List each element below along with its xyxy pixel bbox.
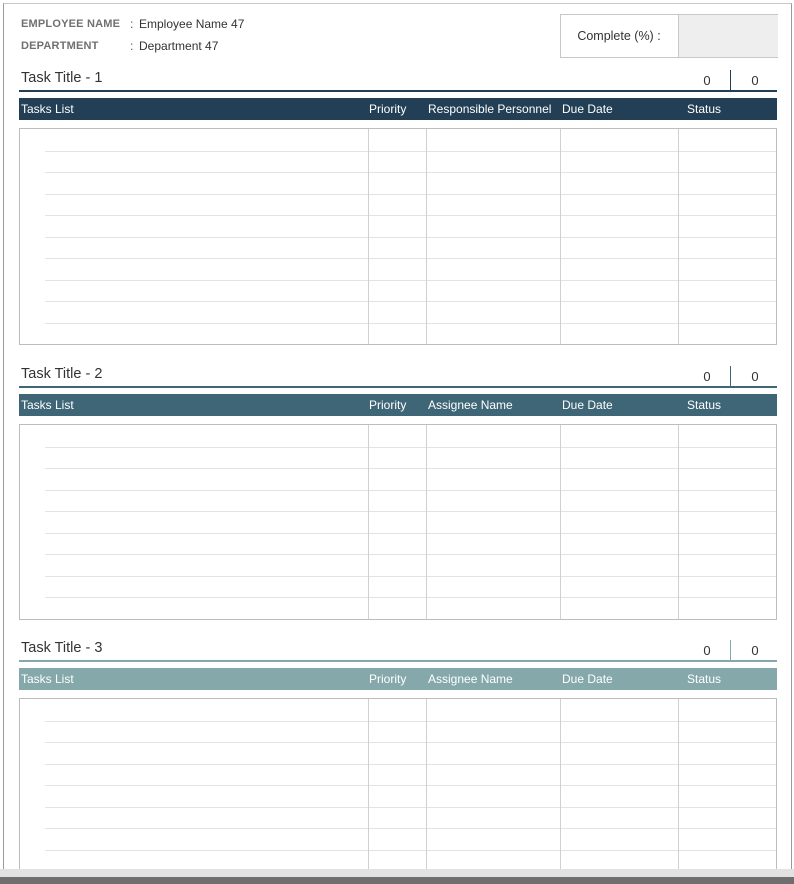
col-tasks-list: Tasks List: [21, 398, 74, 412]
row-line: [45, 258, 776, 259]
col-priority: Priority: [369, 102, 407, 116]
row-line: [45, 280, 776, 281]
section-count-total: 0: [751, 643, 759, 658]
col-due-date: Due Date: [562, 102, 613, 116]
column-line: [368, 425, 369, 619]
col-priority: Priority: [369, 672, 407, 686]
section-count-total: 0: [751, 369, 759, 384]
row-line: [45, 323, 776, 324]
department-colon: :: [130, 39, 134, 53]
col-due-date: Due Date: [562, 398, 613, 412]
department-value[interactable]: Department 47: [139, 39, 218, 53]
column-line: [426, 699, 427, 870]
row-line: [45, 597, 776, 598]
section-rule: [19, 90, 777, 92]
col-assignee-name: Assignee Name: [428, 672, 513, 686]
complete-percentage-box: Complete (%) :: [560, 14, 778, 58]
section-title: Task Title - 1: [21, 70, 103, 86]
col-assignee-name: Assignee Name: [428, 398, 513, 412]
column-line: [368, 699, 369, 870]
employee-name-label: EMPLOYEE NAME: [21, 18, 121, 30]
department-label: DEPARTMENT: [21, 40, 99, 52]
column-line: [678, 425, 679, 619]
task-table-grid[interactable]: [19, 424, 777, 620]
section-title: Task Title - 3: [21, 640, 103, 656]
row-line: [45, 511, 776, 512]
col-status: Status: [687, 672, 722, 686]
section-count-done: 0: [703, 643, 711, 658]
row-line: [45, 721, 776, 722]
complete-percentage-label: Complete (%) :: [577, 29, 661, 43]
row-line: [45, 215, 776, 216]
column-line: [678, 129, 679, 344]
row-line: [45, 237, 776, 238]
row-line: [45, 194, 776, 195]
column-line: [426, 425, 427, 619]
col-tasks-list: Tasks List: [21, 672, 74, 686]
col-responsible-personnel: Responsible Personnel: [428, 102, 552, 116]
task-table-header: Tasks List Priority Responsible Personne…: [19, 98, 777, 120]
col-status: Status: [687, 398, 722, 412]
column-line: [560, 699, 561, 870]
row-line: [45, 172, 776, 173]
section-count-done: 0: [703, 369, 711, 384]
section-count-done: 0: [703, 73, 711, 88]
col-tasks-list: Tasks List: [21, 102, 74, 116]
col-due-date: Due Date: [562, 672, 613, 686]
row-line: [45, 785, 776, 786]
column-line: [560, 129, 561, 344]
row-line: [45, 764, 776, 765]
row-line: [45, 468, 776, 469]
column-line: [678, 699, 679, 870]
row-line: [45, 742, 776, 743]
section-count-divider: [730, 640, 731, 660]
section-count-divider: [730, 366, 731, 386]
row-line: [45, 301, 776, 302]
column-line: [426, 129, 427, 344]
col-priority: Priority: [369, 398, 407, 412]
row-line: [45, 576, 776, 577]
row-line: [45, 850, 776, 851]
section-rule: [19, 660, 777, 662]
employee-name-colon: :: [130, 17, 134, 31]
complete-percentage-value[interactable]: [678, 15, 778, 57]
row-line: [45, 447, 776, 448]
column-line: [560, 425, 561, 619]
row-line: [45, 828, 776, 829]
section-title: Task Title - 2: [21, 366, 103, 382]
task-table-grid[interactable]: [19, 698, 777, 870]
row-line: [45, 807, 776, 808]
task-sheet-page: EMPLOYEE NAME : Employee Name 47 DEPARTM…: [3, 3, 792, 870]
row-line: [45, 533, 776, 534]
row-line: [45, 490, 776, 491]
row-line: [45, 554, 776, 555]
row-line: [45, 151, 776, 152]
column-line: [368, 129, 369, 344]
task-table-grid[interactable]: [19, 128, 777, 345]
section-rule: [19, 386, 777, 388]
col-status: Status: [687, 102, 722, 116]
task-table-header: Tasks List Priority Assignee Name Due Da…: [19, 394, 777, 416]
employee-name-value[interactable]: Employee Name 47: [139, 17, 244, 31]
section-count-total: 0: [751, 73, 759, 88]
window-bottom-edge: [0, 869, 794, 884]
section-count-divider: [730, 70, 731, 90]
task-table-header: Tasks List Priority Assignee Name Due Da…: [19, 668, 777, 690]
